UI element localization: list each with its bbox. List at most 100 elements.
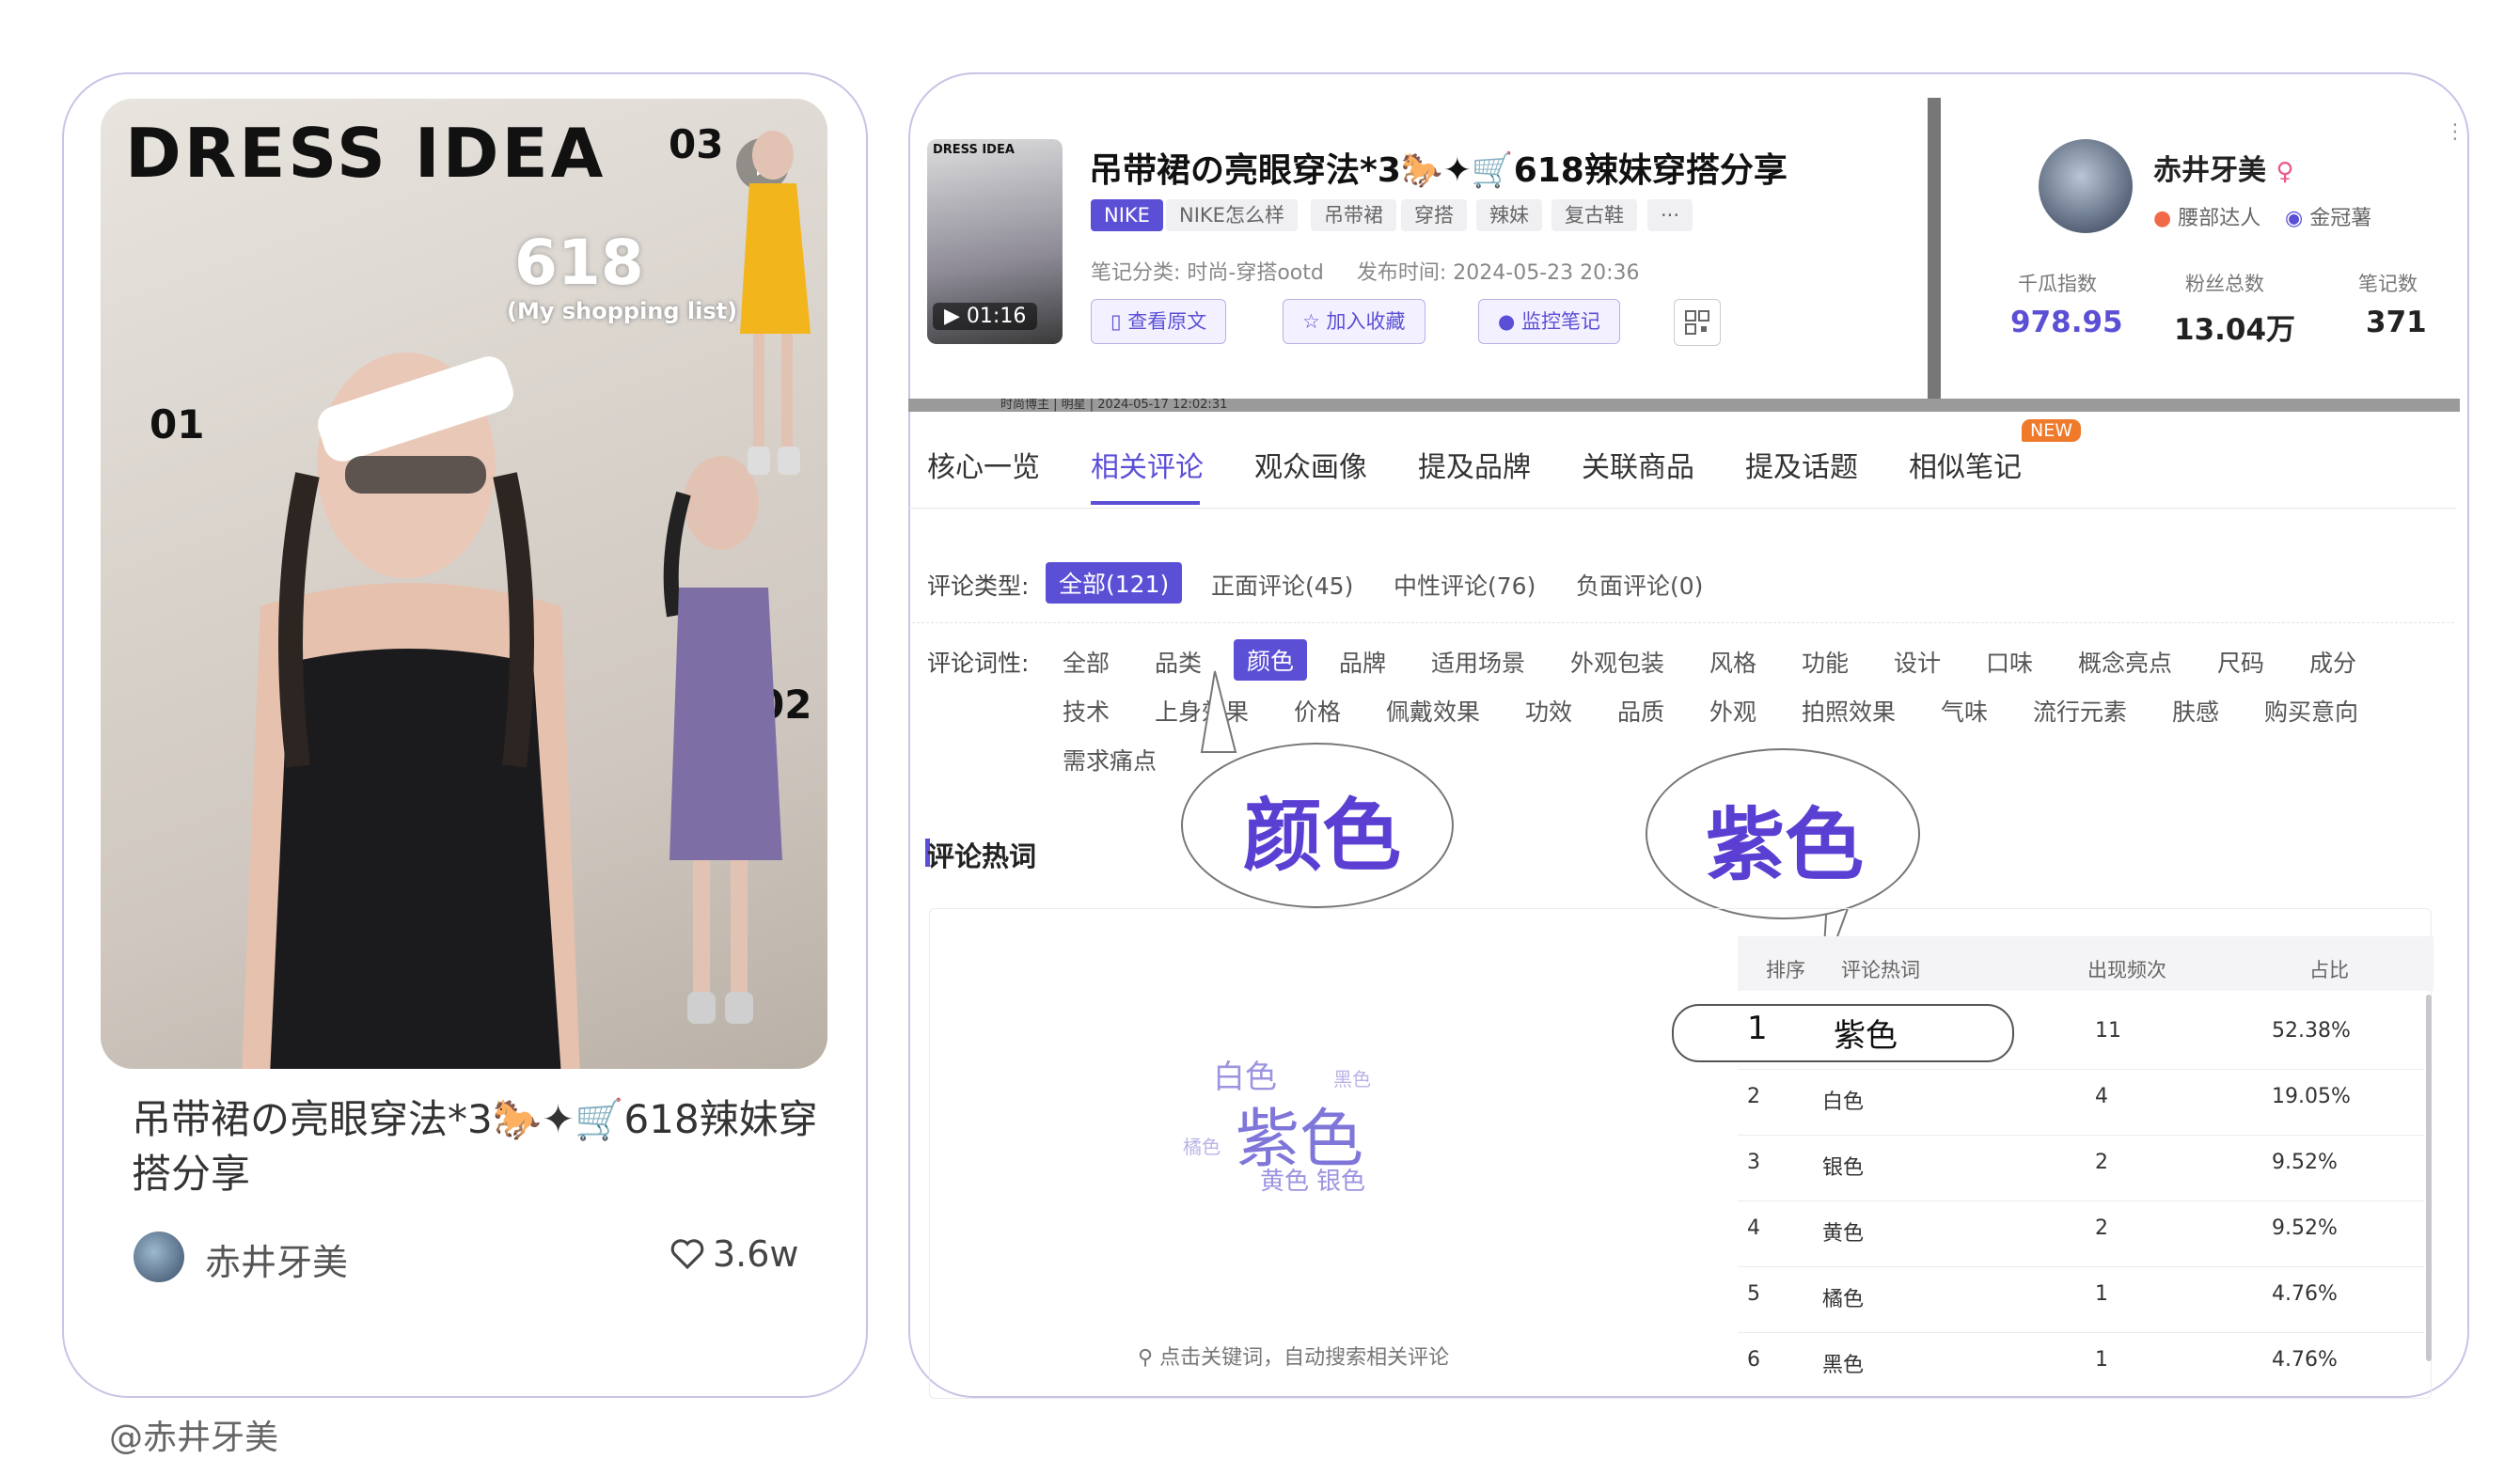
filter-positive[interactable]: 正面评论(45) xyxy=(1211,568,1353,602)
filter-separator xyxy=(912,622,2454,623)
attr-filter-row2-3[interactable]: 佩戴效果 xyxy=(1386,694,1480,728)
cell-word[interactable]: 黑色 xyxy=(1822,1348,1864,1378)
comment-attr-label: 评论词性: xyxy=(927,650,1030,677)
like-count[interactable]: 3.6w xyxy=(669,1233,799,1275)
tag-more[interactable]: ··· xyxy=(1647,199,1693,231)
more-menu-icon[interactable]: ⋮ xyxy=(2445,120,2465,144)
stat-value-notes: 371 xyxy=(2366,306,2427,339)
profile-badge-crown: ◉ 金冠薯 xyxy=(2285,201,2371,231)
cell-rank: 1 xyxy=(1747,1010,1768,1047)
cell-rank: 2 xyxy=(1747,1085,1760,1108)
tab-topics[interactable]: 提及话题 xyxy=(1745,444,1858,485)
tag-hot-girl[interactable]: 辣妹 xyxy=(1476,199,1542,231)
tag-outfit[interactable]: 穿搭 xyxy=(1401,199,1467,231)
model-figure-purple-dress xyxy=(663,456,782,1024)
attr-filter-row1-3[interactable]: 品牌 xyxy=(1339,645,1386,679)
filter-neutral[interactable]: 中性评论(76) xyxy=(1394,568,1536,602)
cloud-word-orange[interactable]: 橘色 xyxy=(1183,1132,1221,1159)
profile-avatar[interactable] xyxy=(2039,139,2133,233)
table-scrollbar[interactable] xyxy=(2426,995,2432,1361)
person-icon: ● xyxy=(2153,207,2172,230)
attr-filter-row2-10[interactable]: 肤感 xyxy=(2172,694,2219,728)
note-meta: 笔记分类: 时尚-穿搭ootd 发布时间: 2024-05-23 20:36 xyxy=(1091,256,1640,286)
cell-word[interactable]: 紫色 xyxy=(1834,1010,1898,1056)
author-name[interactable]: 赤井牙美 xyxy=(205,1233,348,1285)
note-category: 笔记分类: 时尚-穿搭ootd xyxy=(1091,261,1324,285)
cell-rank: 6 xyxy=(1747,1348,1760,1372)
monitor-note-button[interactable]: ● 监控笔记 xyxy=(1478,299,1621,344)
tab-brands[interactable]: 提及品牌 xyxy=(1418,444,1531,485)
cell-ratio: 19.05% xyxy=(2272,1085,2351,1108)
attr-filter-row3-0[interactable]: 需求痛点 xyxy=(1063,743,1157,777)
table-row-divider xyxy=(1738,1332,2424,1333)
col-rank: 排序 xyxy=(1766,959,1805,981)
attr-filter-row2-8[interactable]: 气味 xyxy=(1941,694,1988,728)
attr-filter-row1-9[interactable]: 口味 xyxy=(1986,645,2033,679)
new-badge: NEW xyxy=(2022,419,2082,442)
attr-filter-row1-0[interactable]: 全部 xyxy=(1063,645,1110,679)
note-header-title[interactable]: 吊带裙の亮眼穿法*3🐎✦🛒618辣妹穿搭分享 xyxy=(1089,143,1788,192)
author-avatar[interactable] xyxy=(134,1232,184,1282)
heart-icon[interactable] xyxy=(669,1238,705,1270)
attr-filter-color-selected[interactable]: 颜色 xyxy=(1234,639,1308,681)
model-figure xyxy=(242,353,580,1069)
attr-filter-row2-7[interactable]: 拍照效果 xyxy=(1802,694,1896,728)
stat-label-notes: 笔记数 xyxy=(2358,273,2418,295)
tab-similar-notes[interactable]: 相似笔记 xyxy=(1909,444,2022,485)
profile-badge-crown-text: 金冠薯 xyxy=(2309,207,2372,230)
add-favorite-button[interactable]: ☆ 加入收藏 xyxy=(1283,299,1425,344)
attr-filter-row2-11[interactable]: 购买意向 xyxy=(2264,694,2358,728)
attr-filter-row1-4[interactable]: 适用场景 xyxy=(1431,645,1525,679)
attr-filter-row2-4[interactable]: 功效 xyxy=(1525,694,1572,728)
qr-code-button[interactable] xyxy=(1674,299,1721,346)
table-row-divider xyxy=(1738,1200,2424,1201)
attr-filter-row1-12[interactable]: 成分 xyxy=(2309,645,2356,679)
attr-filter-row2-9[interactable]: 流行元素 xyxy=(2033,694,2127,728)
cloud-word-yellow[interactable]: 黄色 xyxy=(1260,1162,1309,1197)
attr-filter-row1-6[interactable]: 风格 xyxy=(1709,645,1756,679)
attr-filter-row1-7[interactable]: 功能 xyxy=(1802,645,1849,679)
cloud-word-silver[interactable]: 银色 xyxy=(1316,1162,1365,1197)
filter-negative[interactable]: 负面评论(0) xyxy=(1576,568,1703,602)
attr-filter-row1-5[interactable]: 外观包装 xyxy=(1570,645,1664,679)
cover-number-03: 03 xyxy=(669,121,724,167)
cell-count: 1 xyxy=(2095,1282,2108,1306)
cell-word[interactable]: 橘色 xyxy=(1822,1282,1864,1312)
callout-text-purple: 紫色 xyxy=(1706,799,1865,891)
tag-nike-how[interactable]: NIKE怎么样 xyxy=(1166,199,1298,231)
peek-text: 时尚博主 | 明星 | 2024-05-17 12:02:31 xyxy=(1000,399,1228,412)
attr-filter-row1-8[interactable]: 设计 xyxy=(1894,645,1941,679)
tab-products[interactable]: 关联商品 xyxy=(1582,444,1694,485)
profile-badge-tier: ● 腰部达人 xyxy=(2153,201,2260,231)
model-figure-yellow-dress xyxy=(740,131,811,475)
cell-word[interactable]: 白色 xyxy=(1822,1085,1864,1115)
attr-filter-row2-2[interactable]: 价格 xyxy=(1294,694,1341,728)
stat-value-index: 978.95 xyxy=(2010,306,2123,339)
qr-code-icon xyxy=(1685,310,1709,335)
cell-ratio: 9.52% xyxy=(2272,1151,2338,1174)
attr-filter-row2-6[interactable]: 外观 xyxy=(1709,694,1756,728)
tab-comments[interactable]: 相关评论 xyxy=(1091,444,1204,485)
note-title[interactable]: 吊带裙の亮眼穿法*3🐎✦🛒618辣妹穿搭分享 xyxy=(132,1092,827,1201)
tag-slip-dress[interactable]: 吊带裙 xyxy=(1311,199,1396,231)
tag-nike[interactable]: NIKE xyxy=(1091,199,1163,231)
stat-label-fans: 粉丝总数 xyxy=(2185,273,2264,295)
col-ratio: 占比 xyxy=(2309,959,2349,981)
attr-filter-row2-0[interactable]: 技术 xyxy=(1063,694,1110,728)
table-row-divider xyxy=(1738,1069,2424,1070)
attr-filter-row2-5[interactable]: 品质 xyxy=(1617,694,1664,728)
tab-overview[interactable]: 核心一览 xyxy=(927,444,1040,485)
video-duration-value: 01:16 xyxy=(966,305,1027,328)
cell-word[interactable]: 银色 xyxy=(1822,1151,1864,1181)
attr-filter-row1-10[interactable]: 概念亮点 xyxy=(2078,645,2172,679)
table-row-divider xyxy=(1738,1266,2424,1267)
cover-image[interactable]: DRESS IDEA 03 01 02 618 (My shopping lis… xyxy=(101,99,827,1069)
stat-value-fans: 13.04万 xyxy=(2174,313,2296,347)
attr-filter-row1-11[interactable]: 尺码 xyxy=(2217,645,2264,679)
profile-name[interactable]: 赤井牙美 ♀ xyxy=(2153,147,2294,188)
filter-all-comments[interactable]: 全部(121) xyxy=(1046,562,1183,604)
tab-audience[interactable]: 观众画像 xyxy=(1254,444,1367,485)
view-original-button[interactable]: ▯ 查看原文 xyxy=(1091,299,1227,344)
cell-word[interactable]: 黄色 xyxy=(1822,1216,1864,1247)
tag-retro-shoes[interactable]: 复古鞋 xyxy=(1551,199,1637,231)
